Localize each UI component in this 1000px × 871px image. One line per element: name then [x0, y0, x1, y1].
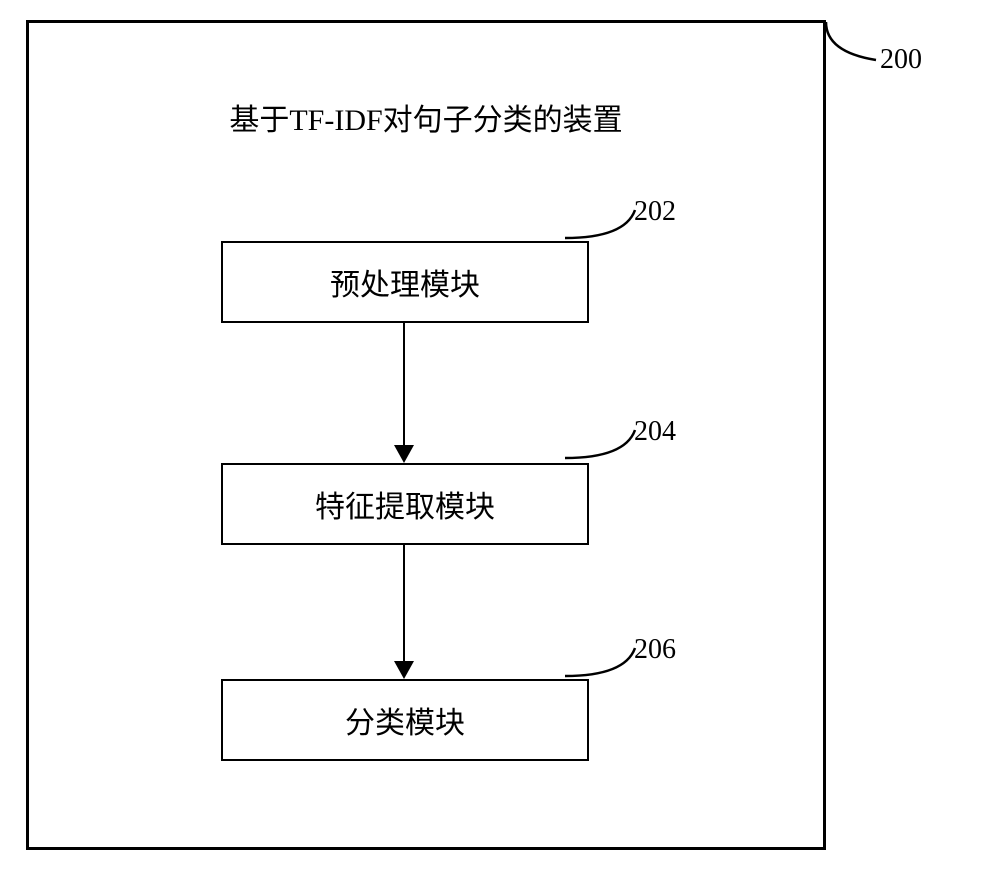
module-classification: 分类模块 — [221, 679, 589, 761]
ref-label-202: 202 — [634, 196, 676, 228]
arrow-1 — [403, 323, 405, 463]
module-label: 预处理模块 — [330, 260, 480, 304]
arrow-head-icon — [394, 661, 414, 679]
module-label: 分类模块 — [345, 698, 465, 742]
diagram-title: 基于TF-IDF对句子分类的装置 — [29, 95, 823, 139]
arrow-line — [403, 545, 405, 661]
module-label: 特征提取模块 — [315, 482, 495, 526]
ref-label-206: 206 — [634, 634, 676, 666]
diagram-container: 基于TF-IDF对句子分类的装置 预处理模块 特征提取模块 分类模块 — [26, 20, 826, 850]
ref-label-200: 200 — [880, 44, 922, 76]
arrow-line — [403, 323, 405, 445]
module-preprocessing: 预处理模块 — [221, 241, 589, 323]
ref-label-204: 204 — [634, 416, 676, 448]
arrow-head-icon — [394, 445, 414, 463]
leader-line-200 — [822, 22, 882, 72]
arrow-2 — [403, 545, 405, 679]
module-feature-extraction: 特征提取模块 — [221, 463, 589, 545]
